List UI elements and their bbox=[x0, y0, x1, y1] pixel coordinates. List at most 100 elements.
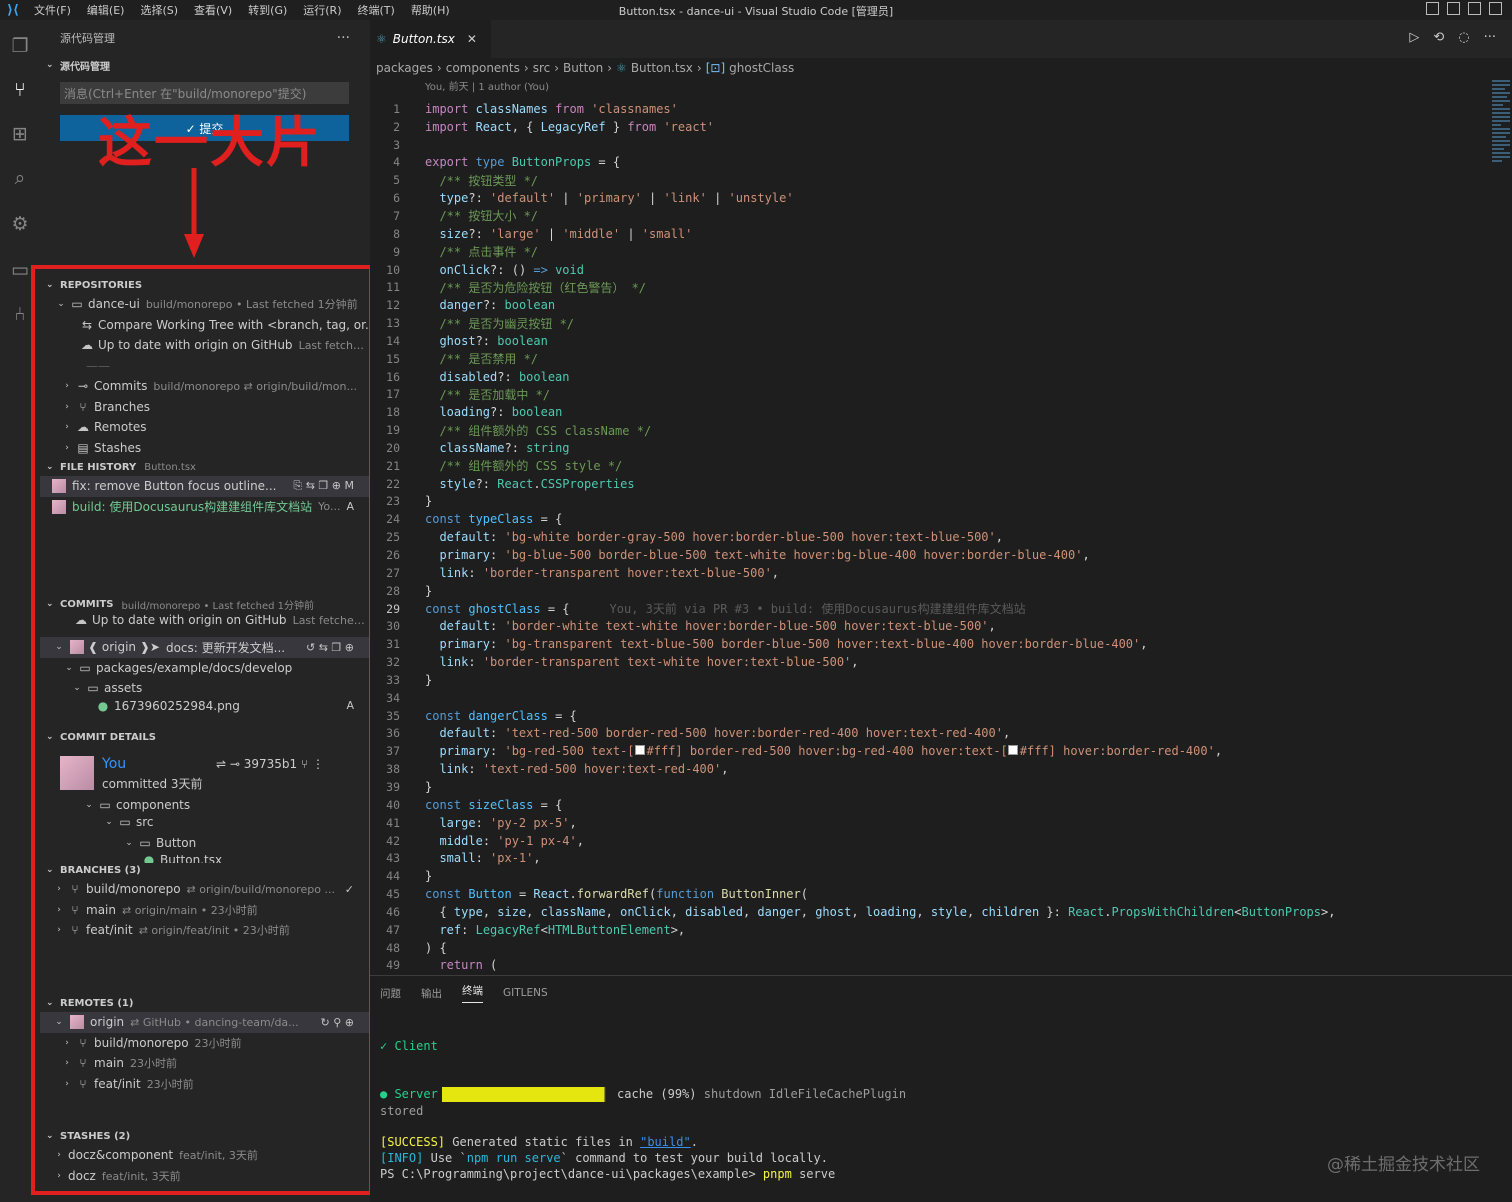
code-line[interactable]: 28} bbox=[370, 582, 1470, 600]
history-item[interactable]: fix: remove Button focus outline... ⎘ ⇆ … bbox=[40, 476, 370, 497]
code-line[interactable]: 5 /** 按钮类型 */ bbox=[370, 171, 1470, 189]
commit-sha-area[interactable]: ⇌ ⊸ 39735b1 ⑂ ⋮ bbox=[216, 757, 324, 771]
commit-author[interactable]: You bbox=[102, 756, 126, 772]
more-actions-icon[interactable]: ··· bbox=[337, 30, 350, 46]
close-icon[interactable]: ✕ bbox=[467, 32, 477, 46]
toggle-panel-icon[interactable] bbox=[1447, 2, 1460, 15]
code-line[interactable]: 41 large: 'py-2 px-5', bbox=[370, 814, 1470, 832]
stash-item[interactable]: › docz feat/init, 3天前 bbox=[40, 1166, 370, 1187]
branch-item[interactable]: › ⑂ main ⇄ origin/main • 23小时前 bbox=[40, 900, 370, 921]
commit-actions[interactable]: ↺ ⇆ ❐ ⊕ bbox=[306, 641, 354, 654]
commit-item[interactable]: ⌄ ❰ origin ❱➤ docs: 更新开发文档... ↺ ⇆ ❐ ⊕ bbox=[40, 637, 370, 658]
code-line[interactable]: 19 /** 组件额外的 CSS className */ bbox=[370, 421, 1470, 439]
code-line[interactable]: 16 disabled?: boolean bbox=[370, 368, 1470, 386]
branch-item[interactable]: › ⑂ feat/init ⇄ origin/feat/init • 23小时前 bbox=[40, 920, 370, 941]
terminal-prompt-line[interactable]: PS C:\Programming\project\dance-ui\packa… bbox=[380, 1167, 835, 1181]
code-line[interactable]: 36 default: 'text-red-500 border-red-500… bbox=[370, 725, 1470, 743]
folder-item[interactable]: ⌄ ▭ src bbox=[40, 812, 370, 833]
code-line[interactable]: 33} bbox=[370, 671, 1470, 689]
build-dir-link[interactable]: "build" bbox=[640, 1135, 691, 1149]
remote-branch-item[interactable]: › ⑂ build/monorepo 23小时前 bbox=[40, 1033, 370, 1054]
menu-go[interactable]: 转到(G) bbox=[240, 2, 295, 18]
remotes-item[interactable]: › ☁ Remotes bbox=[40, 417, 370, 438]
code-line[interactable]: 37 primary: 'bg-red-500 text-[#fff] bord… bbox=[370, 742, 1470, 760]
code-line[interactable]: 10 onClick?: () => void bbox=[370, 261, 1470, 279]
customize-layout-icon[interactable] bbox=[1489, 2, 1502, 15]
remote-actions[interactable]: ↻ ⚲ ⊕ bbox=[321, 1016, 354, 1029]
color-swatch[interactable] bbox=[634, 745, 645, 756]
code-line[interactable]: 13 /** 是否为幽灵按钮 */ bbox=[370, 314, 1470, 332]
file-item[interactable]: ● 1673960252984.png A bbox=[40, 699, 370, 713]
code-line[interactable]: 29 const ghostClass = {You, 3天前 via PR #3… bbox=[370, 600, 1470, 618]
code-line[interactable]: 31 primary: 'bg-transparent text-blue-50… bbox=[370, 635, 1470, 653]
menu-terminal[interactable]: 终端(T) bbox=[350, 2, 403, 18]
code-line[interactable]: 24 const typeClass = { bbox=[370, 510, 1470, 528]
scm-section-header[interactable]: ⌄ 源代码管理 bbox=[40, 56, 370, 74]
commit-details-header[interactable]: ⌄ COMMIT DETAILS bbox=[40, 728, 370, 746]
folder-item[interactable]: ⌄ ▭ Button bbox=[40, 833, 370, 854]
toggle-blame-icon[interactable]: ◌ bbox=[1458, 30, 1469, 45]
code-line[interactable]: 4 export type ButtonProps = { bbox=[370, 154, 1470, 172]
code-line[interactable]: 15 /** 是否禁用 */ bbox=[370, 350, 1470, 368]
breadcrumb-item[interactable]: Button.tsx bbox=[631, 61, 693, 75]
menu-edit[interactable]: 编辑(E) bbox=[79, 2, 133, 18]
code-line[interactable]: 42 middle: 'py-1 px-4', bbox=[370, 832, 1470, 850]
uptodate-item[interactable]: ☁ Up to date with origin on GitHub Last … bbox=[40, 335, 370, 356]
code-line[interactable]: 34 bbox=[370, 689, 1470, 707]
more-actions-icon[interactable]: ··· bbox=[1484, 30, 1496, 45]
history-item-actions[interactable]: ⎘ ⇆ ❐ ⊕ M bbox=[293, 479, 354, 493]
code-line[interactable]: 21 /** 组件额外的 CSS style */ bbox=[370, 457, 1470, 475]
stash-item[interactable]: › docz&component feat/init, 3天前 bbox=[40, 1145, 370, 1166]
branch-item[interactable]: › ⑂ build/monorepo ⇄ origin/build/monore… bbox=[40, 879, 370, 900]
code-line[interactable]: 46 { type, size, className, onClick, dis… bbox=[370, 903, 1470, 921]
menu-view[interactable]: 查看(V) bbox=[186, 2, 240, 18]
code-line[interactable]: 30 default: 'border-white text-white hov… bbox=[370, 617, 1470, 635]
toggle-sidebar-icon[interactable] bbox=[1426, 2, 1439, 15]
tab-terminal[interactable]: 终端 bbox=[462, 983, 483, 1003]
compare-changes-icon[interactable]: ⟲ bbox=[1433, 30, 1444, 45]
code-line[interactable]: 7 /** 按钮大小 */ bbox=[370, 207, 1470, 225]
remotes-header[interactable]: ⌄ REMOTES (1) bbox=[40, 994, 370, 1012]
compare-item[interactable]: ⇆ Compare Working Tree with <branch, tag… bbox=[40, 315, 370, 336]
toggle-secondary-sidebar-icon[interactable] bbox=[1468, 2, 1481, 15]
commits-item[interactable]: › ⊸ Commits build/monorepo ⇄ origin/buil… bbox=[40, 376, 370, 397]
gitlens-icon[interactable]: ⑃ bbox=[8, 302, 32, 326]
code-editor[interactable]: 1 import classNames from 'classnames' 2 imp… bbox=[370, 100, 1470, 975]
explorer-icon[interactable]: ❐ bbox=[8, 34, 32, 58]
commits-header[interactable]: ⌄ COMMITS build/monorepo • Last fetched … bbox=[40, 595, 370, 613]
tab-problems[interactable]: 问题 bbox=[380, 986, 401, 1001]
run-icon[interactable]: ▷ bbox=[1409, 30, 1419, 45]
code-line[interactable]: 40 const sizeClass = { bbox=[370, 796, 1470, 814]
code-line[interactable]: 25 default: 'bg-white border-gray-500 ho… bbox=[370, 528, 1470, 546]
code-line[interactable]: 48) { bbox=[370, 939, 1470, 957]
code-line[interactable]: 26 primary: 'bg-blue-500 border-blue-500… bbox=[370, 546, 1470, 564]
code-line[interactable]: 3 bbox=[370, 136, 1470, 154]
code-line[interactable]: 17 /** 是否加载中 */ bbox=[370, 386, 1470, 404]
code-line[interactable]: 9 /** 点击事件 */ bbox=[370, 243, 1470, 261]
breadcrumb-item[interactable]: src bbox=[533, 61, 551, 75]
file-history-header[interactable]: ⌄ FILE HISTORY Button.tsx bbox=[40, 458, 370, 476]
repo-item[interactable]: ⌄ ▭ dance-ui build/monorepo • Last fetch… bbox=[40, 294, 370, 315]
code-line[interactable]: 11 /** 是否为危险按钮（红色警告） */ bbox=[370, 278, 1470, 296]
code-line[interactable]: 44} bbox=[370, 867, 1470, 885]
code-line[interactable]: 23} bbox=[370, 493, 1470, 511]
code-line[interactable]: 47 ref: LegacyRef<HTMLButtonElement>, bbox=[370, 921, 1470, 939]
stashes-item[interactable]: › ▤ Stashes bbox=[40, 438, 370, 459]
run-debug-icon[interactable]: ⚙ bbox=[8, 212, 32, 236]
history-item[interactable]: build: 使用Docusaurus构建建组件库文档站 Yo... A bbox=[40, 497, 370, 518]
tab-output[interactable]: 输出 bbox=[421, 986, 442, 1001]
branches-item[interactable]: › ⑂ Branches bbox=[40, 397, 370, 418]
code-line[interactable]: 49 return ( bbox=[370, 957, 1470, 975]
code-line[interactable]: 32 link: 'border-transparent text-white … bbox=[370, 653, 1470, 671]
code-line[interactable]: 2 import React, { LegacyRef } from 'react… bbox=[370, 118, 1470, 136]
code-line[interactable]: 39} bbox=[370, 778, 1470, 796]
code-line[interactable]: 6 type?: 'default' | 'primary' | 'link' … bbox=[370, 189, 1470, 207]
tab-button-tsx[interactable]: ⚛ Button.tsx ✕ bbox=[370, 20, 491, 58]
codelens-blame[interactable]: You, 前天 | 1 author (You) bbox=[370, 78, 1512, 94]
tab-gitlens[interactable]: GITLENS bbox=[503, 987, 548, 999]
code-line[interactable]: 8 size?: 'large' | 'middle' | 'small' bbox=[370, 225, 1470, 243]
menu-help[interactable]: 帮助(H) bbox=[403, 2, 458, 18]
breadcrumb-item[interactable]: packages bbox=[376, 61, 433, 75]
code-line[interactable]: 38 link: 'text-red-500 hover:text-red-40… bbox=[370, 760, 1470, 778]
code-line[interactable]: 20 className?: string bbox=[370, 439, 1470, 457]
